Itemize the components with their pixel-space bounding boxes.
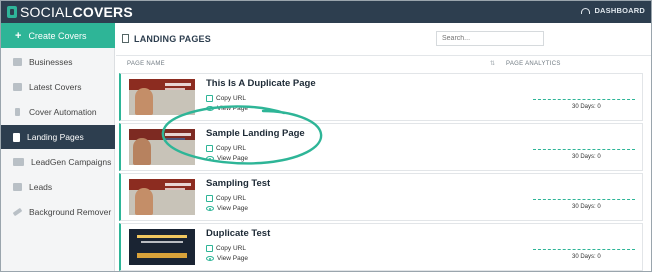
dashboard-link[interactable]: DASHBOARD [581,6,645,15]
view-page-link[interactable]: View Page [206,105,248,112]
view-page-link[interactable]: View Page [206,255,248,262]
sidebar-item-latest-covers[interactable]: Latest Covers [1,75,115,99]
column-header-page-analytics[interactable]: PAGE ANALYTICS [506,61,561,67]
sidebar-item-background-remover[interactable]: Background Remover [1,200,115,224]
sidebar: + Create Covers Businesses Latest Covers… [1,23,115,271]
thumbnail-text [137,235,187,238]
copy-url-link[interactable]: Copy URL [206,195,246,202]
thumbnail-text [165,188,185,190]
analytics-sparkline [533,199,635,200]
dashboard-gauge-icon [581,7,591,14]
analytics-sparkline [533,99,635,100]
sidebar-item-label: LeadGen Campaigns [31,157,112,167]
sidebar-item-label: Landing Pages [27,132,84,142]
page-name: Duplicate Test [206,228,271,239]
sort-icon[interactable]: ⇅ [490,60,495,67]
page-name: This Is A Duplicate Page [206,78,316,89]
eye-icon [206,106,214,111]
copy-url-label: Copy URL [216,245,246,252]
thumbnail-text [141,241,183,243]
thumbnail-text [165,83,191,86]
view-page-link[interactable]: View Page [206,155,248,162]
sidebar-item-label: Background Remover [29,207,112,217]
page-title: LANDING PAGES [134,34,211,44]
thumbnail-text [165,138,185,140]
column-header-page-name[interactable]: PAGE NAME [127,61,165,67]
copy-icon [206,95,213,102]
analytics-value: 30 Days: 0 [572,254,601,260]
page-name: Sampling Test [206,178,271,189]
sidebar-item-leadgen-campaigns[interactable]: LeadGen Campaigns [1,150,115,174]
view-page-label: View Page [217,105,248,112]
sidebar-item-businesses[interactable]: Businesses [1,50,115,74]
sidebar-item-landing-pages[interactable]: Landing Pages [1,125,115,149]
bolt-icon [15,108,20,116]
magic-wand-icon [12,207,23,217]
copy-url-link[interactable]: Copy URL [206,245,246,252]
main-content: LANDING PAGES PAGE NAME ⇅ PAGE ANALYTICS… [116,23,651,271]
eye-icon [206,206,214,211]
table-row: Sample Landing Page Copy URL View Page 3… [119,123,643,171]
table-row: Duplicate Test Copy URL View Page 30 Day… [119,223,643,271]
search-input[interactable] [436,31,544,46]
view-page-label: View Page [217,255,248,262]
document-icon [13,132,20,142]
copy-url-label: Copy URL [216,195,246,202]
top-bar: SOCIAL COVERS DASHBOARD [1,1,651,23]
users-icon [13,183,22,191]
thumbnail-text [165,183,191,186]
copy-icon [206,145,213,152]
table-row: This Is A Duplicate Page Copy URL View P… [119,73,643,121]
megaphone-icon [13,158,24,166]
copy-url-label: Copy URL [216,95,246,102]
sidebar-item-label: Businesses [29,57,73,67]
sidebar-item-label: Cover Automation [29,107,97,117]
table-header: PAGE NAME ⇅ PAGE ANALYTICS [116,56,651,71]
create-covers-label: Create Covers [28,30,87,41]
sidebar-item-cover-automation[interactable]: Cover Automation [1,100,115,124]
analytics-sparkline [533,149,635,150]
eye-icon [206,256,214,261]
image-icon [13,83,22,91]
sidebar-item-label: Leads [29,182,53,192]
cover-thumbnail[interactable] [129,129,195,165]
analytics-value: 30 Days: 0 [572,154,601,160]
thumbnail-person [135,188,153,215]
logo[interactable]: SOCIAL COVERS [7,4,133,20]
cover-thumbnail[interactable] [129,179,195,215]
view-page-label: View Page [217,205,248,212]
create-covers-button[interactable]: + Create Covers [1,23,115,48]
page-header: LANDING PAGES [116,23,651,56]
copy-icon [206,245,213,252]
logo-text-bold: COVERS [72,4,133,20]
view-page-link[interactable]: View Page [206,205,248,212]
plus-icon: + [15,29,22,42]
table-row: Sampling Test Copy URL View Page 30 Days… [119,173,643,221]
copy-url-label: Copy URL [216,145,246,152]
copy-url-link[interactable]: Copy URL [206,145,246,152]
briefcase-icon [13,58,22,66]
page-name: Sample Landing Page [206,128,305,139]
copy-url-link[interactable]: Copy URL [206,95,246,102]
app-window: SOCIAL COVERS DASHBOARD + Create Covers … [0,0,652,272]
cover-thumbnail[interactable] [129,79,195,115]
dashboard-label: DASHBOARD [594,6,645,15]
sidebar-item-leads[interactable]: Leads [1,175,115,199]
cover-thumbnail[interactable] [129,229,195,265]
copy-icon [206,195,213,202]
thumbnail-text [165,88,185,90]
logo-text-light: SOCIAL [20,4,73,20]
analytics-sparkline [533,249,635,250]
thumbnail-band [137,253,187,258]
thumbnail-person [133,138,151,165]
analytics-value: 30 Days: 0 [572,104,601,110]
thumbnail-person [135,88,153,115]
analytics-value: 30 Days: 0 [572,204,601,210]
sidebar-item-label: Latest Covers [29,82,82,92]
eye-icon [206,156,214,161]
document-icon [122,34,129,43]
thumbnail-text [165,133,191,136]
logo-icon [7,6,17,18]
view-page-label: View Page [217,155,248,162]
